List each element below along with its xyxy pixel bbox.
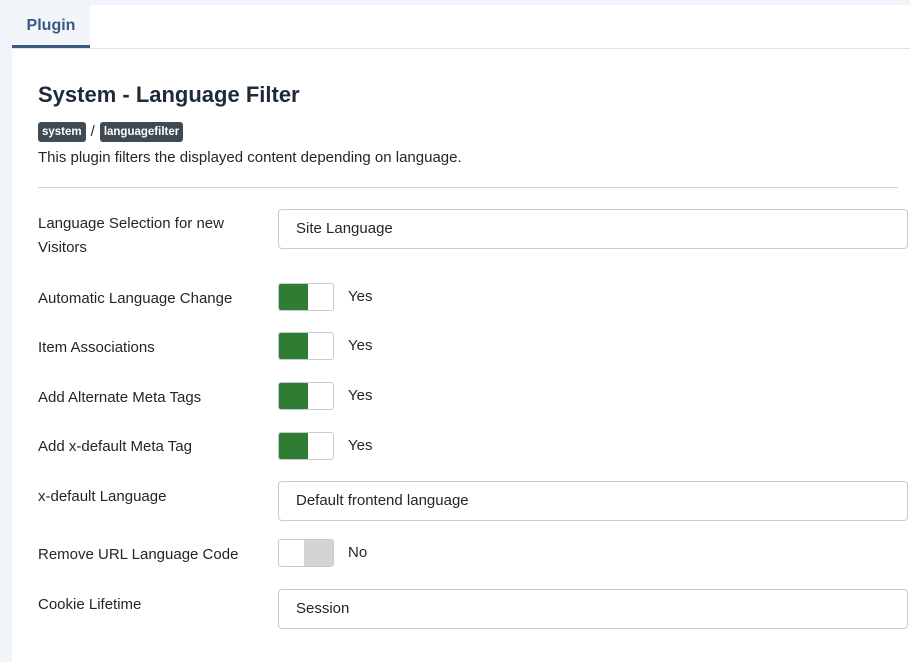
alternate-meta-tags-state: Yes (348, 387, 373, 404)
tag-group: system (38, 121, 86, 142)
switch-knob (279, 383, 308, 409)
remove-url-language-code-switch[interactable] (278, 539, 334, 567)
switch-knob (279, 333, 308, 359)
tag-separator: / (90, 123, 95, 140)
switch-knob (279, 284, 308, 310)
tab-bar: Plugin (12, 5, 910, 49)
automatic-language-change-state: Yes (348, 288, 373, 305)
alternate-meta-tags-label: Add Alternate Meta Tags (38, 389, 202, 406)
tab-plugin[interactable]: Plugin (12, 5, 90, 48)
item-associations-state: Yes (348, 337, 373, 354)
cookie-lifetime-select[interactable]: Session (278, 589, 908, 629)
alternate-meta-tags-switch[interactable] (278, 382, 334, 410)
item-associations-label: Item Associations (38, 339, 155, 356)
remove-url-language-code-state: No (348, 544, 368, 561)
plugin-tags: system / languagefilter (38, 121, 184, 142)
xdefault-meta-tag-label: Add x-default Meta Tag (38, 438, 192, 455)
page-title: System - Language Filter (38, 82, 300, 107)
xdefault-language-select[interactable]: Default frontend language (278, 481, 908, 521)
plugin-description: This plugin filters the displayed conten… (38, 149, 462, 166)
remove-url-language-code-label: Remove URL Language Code (38, 546, 239, 563)
switch-knob (279, 433, 308, 459)
xdefault-meta-tag-state: Yes (348, 437, 373, 454)
switch-knob (304, 540, 333, 566)
automatic-language-change-switch[interactable] (278, 283, 334, 311)
xdefault-language-label: x-default Language (38, 488, 167, 505)
item-associations-switch[interactable] (278, 332, 334, 360)
language-selection-select[interactable]: Site Language (278, 209, 908, 249)
automatic-language-change-label: Automatic Language Change (38, 290, 233, 307)
tag-element: languagefilter (99, 121, 184, 142)
divider (38, 187, 898, 188)
language-selection-label: Language Selection for new Visitors (38, 215, 224, 256)
xdefault-meta-tag-switch[interactable] (278, 432, 334, 460)
cookie-lifetime-label: Cookie Lifetime (38, 596, 142, 613)
